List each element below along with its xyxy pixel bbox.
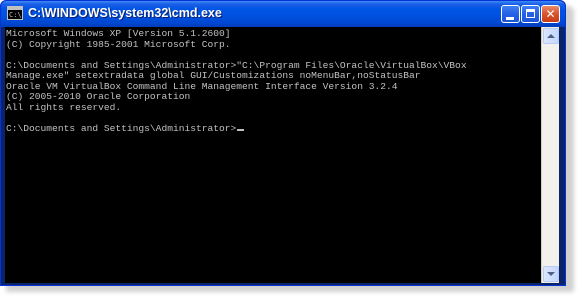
- scrollbar-track[interactable]: [542, 44, 559, 266]
- console-line: C:\Documents and Settings\Administrator>…: [6, 59, 467, 71]
- console-line: Manage.exe" setextradata global GUI/Cust…: [6, 70, 421, 81]
- scroll-up-button[interactable]: [543, 28, 559, 44]
- scroll-down-button[interactable]: [543, 266, 559, 282]
- maximize-icon: [526, 9, 535, 18]
- arrow-up-icon: [547, 34, 555, 38]
- vertical-scrollbar[interactable]: [541, 27, 559, 283]
- console-output: Microsoft Windows XP [Version 5.1.2600] …: [5, 27, 541, 134]
- close-button[interactable]: ✕: [541, 5, 560, 23]
- minimize-icon: [506, 17, 514, 20]
- console-line: Microsoft Windows XP [Version 5.1.2600]: [6, 28, 231, 39]
- minimize-button[interactable]: [501, 5, 520, 23]
- close-icon: ✕: [545, 7, 556, 21]
- console-line: (C) Copyright 1985-2001 Microsoft Corp.: [6, 38, 231, 50]
- window-title: C:\WINDOWS\system32\cmd.exe: [28, 6, 222, 20]
- cmd-icon-glyph: C:\: [9, 11, 22, 19]
- screenshot-stage: C:\ C:\WINDOWS\system32\cmd.exe ✕ Micros…: [0, 0, 580, 300]
- console-line: All rights reserved.: [6, 101, 122, 113]
- arrow-down-icon: [547, 272, 555, 276]
- text-cursor: [237, 128, 245, 131]
- console-line: Oracle VM VirtualBox Command Line Manage…: [6, 80, 398, 92]
- window-bottom-border: [1, 283, 565, 285]
- maximize-button[interactable]: [521, 5, 540, 23]
- console-area[interactable]: Microsoft Windows XP [Version 5.1.2600] …: [5, 27, 541, 283]
- cmd-icon[interactable]: C:\: [7, 6, 23, 20]
- console-line: (C) 2005-2010 Oracle Corporation: [6, 91, 191, 102]
- cmd-window: C:\ C:\WINDOWS\system32\cmd.exe ✕ Micros…: [0, 0, 566, 286]
- console-prompt: C:\Documents and Settings\Administrator>: [6, 122, 237, 134]
- title-bar[interactable]: C:\ C:\WINDOWS\system32\cmd.exe ✕: [1, 1, 565, 27]
